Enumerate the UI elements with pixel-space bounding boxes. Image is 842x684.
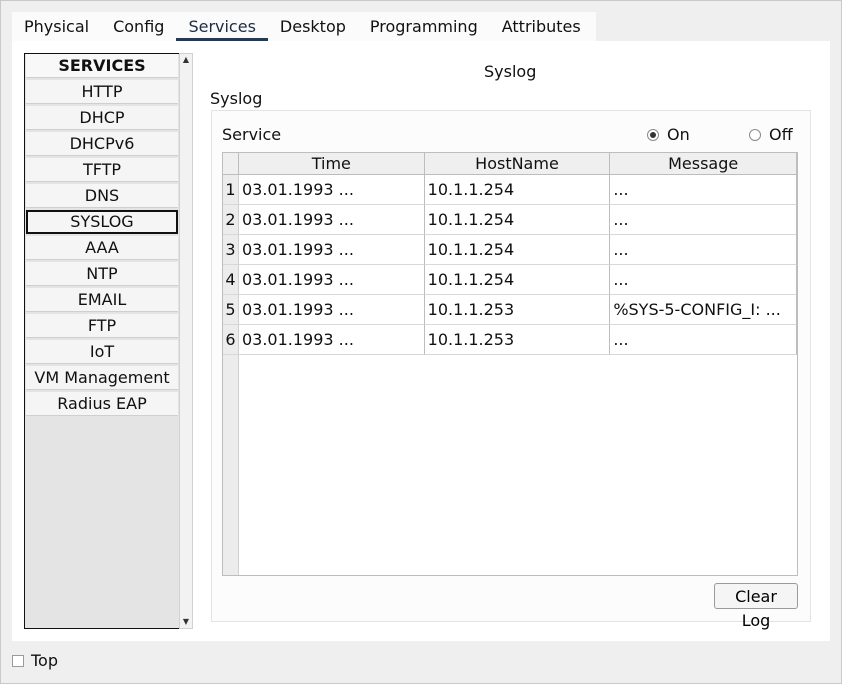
column-header-hostname[interactable]: HostName [425,153,611,174]
service-label: Service [222,125,282,144]
table-row[interactable]: 4 03.01.1993 ... 10.1.1.254 ... [223,265,797,295]
tab-physical[interactable]: Physical [12,12,101,41]
time-cell[interactable]: 03.01.1993 ... [238,235,425,265]
service-item-http[interactable]: HTTP [26,80,178,104]
top-checkbox[interactable]: Top [12,651,58,670]
table-row[interactable]: 1 03.01.1993 ... 10.1.1.254 ... [223,175,797,205]
table-header: Time HostName Message [223,153,797,175]
column-header-message[interactable]: Message [610,153,797,174]
table-row[interactable]: 5 03.01.1993 ... 10.1.1.253 %SYS-5-CONFI… [223,295,797,325]
service-off-label: Off [769,125,793,144]
tab-services[interactable]: Services [176,12,269,42]
row-number: 3 [223,235,239,265]
service-item-vm-management[interactable]: VM Management [26,366,178,390]
radio-unselected-icon [749,128,761,141]
syslog-table: Time HostName Message 1 03.01.1993 ... 1… [222,152,798,576]
service-off-radio[interactable]: Off [749,125,793,144]
service-item-dhcpv6[interactable]: DHCPv6 [26,132,178,156]
time-cell[interactable]: 03.01.1993 ... [238,205,425,235]
hostname-cell[interactable]: 10.1.1.254 [424,265,611,295]
row-number: 2 [223,205,239,235]
time-cell[interactable]: 03.01.1993 ... [238,265,425,295]
scroll-up-icon[interactable]: ▲ [180,54,192,66]
services-list-scrollbar[interactable]: ▲ ▼ [179,53,193,629]
checkbox-icon[interactable] [12,654,24,667]
tab-programming[interactable]: Programming [358,12,490,41]
clear-log-button[interactable]: Clear Log [714,583,798,630]
row-number: 5 [223,295,239,325]
service-item-tftp[interactable]: TFTP [26,158,178,182]
message-cell[interactable]: ... [610,265,797,295]
column-header-time[interactable]: Time [239,153,425,174]
hostname-cell[interactable]: 10.1.1.254 [424,175,611,205]
row-number: 4 [223,265,239,295]
service-item-ntp[interactable]: NTP [26,262,178,286]
service-item-aaa[interactable]: AAA [26,236,178,260]
hostname-cell[interactable]: 10.1.1.253 [424,325,611,355]
hostname-cell[interactable]: 10.1.1.253 [424,295,611,325]
time-cell[interactable]: 03.01.1993 ... [238,175,425,205]
row-number: 1 [223,175,239,205]
service-item-email[interactable]: EMAIL [26,288,178,312]
service-on-radio[interactable]: On [647,125,690,144]
table-row[interactable]: 3 03.01.1993 ... 10.1.1.254 ... [223,235,797,265]
services-list-header: SERVICES [26,54,178,78]
group-label: Syslog [210,89,263,108]
service-item-ftp[interactable]: FTP [26,314,178,338]
tab-config[interactable]: Config [101,12,176,41]
row-number: 6 [223,325,239,355]
hostname-cell[interactable]: 10.1.1.254 [424,235,611,265]
services-list: SERVICES HTTP DHCP DHCPv6 TFTP DNS SYSLO… [24,53,180,629]
service-item-syslog[interactable]: SYSLOG [26,210,178,234]
tab-attributes[interactable]: Attributes [490,12,593,41]
hostname-cell[interactable]: 10.1.1.254 [424,205,611,235]
table-row[interactable]: 2 03.01.1993 ... 10.1.1.254 ... [223,205,797,235]
page-title: Syslog [484,62,537,81]
table-row[interactable]: 6 03.01.1993 ... 10.1.1.253 ... [223,325,797,355]
tab-desktop[interactable]: Desktop [268,12,358,41]
service-item-iot[interactable]: IoT [26,340,178,364]
top-checkbox-label: Top [31,651,58,670]
corner-header [223,153,239,174]
radio-selected-icon [647,128,659,141]
message-cell[interactable]: ... [610,325,797,355]
tab-bar: Physical Config Services Desktop Program… [12,12,596,42]
time-cell[interactable]: 03.01.1993 ... [238,325,425,355]
service-item-dhcp[interactable]: DHCP [26,106,178,130]
syslog-groupbox: Service On Off Time HostName Message 1 0… [211,110,811,630]
services-panel: SERVICES HTTP DHCP DHCPv6 TFTP DNS SYSLO… [12,41,830,641]
service-item-dns[interactable]: DNS [26,184,178,208]
message-cell[interactable]: ... [610,175,797,205]
message-cell[interactable]: ... [610,235,797,265]
time-cell[interactable]: 03.01.1993 ... [238,295,425,325]
scroll-down-icon[interactable]: ▼ [180,616,192,628]
service-item-radius-eap[interactable]: Radius EAP [26,392,178,416]
message-cell[interactable]: %SYS-5-CONFIG_I: ... [610,295,797,325]
message-cell[interactable]: ... [610,205,797,235]
service-on-label: On [667,125,690,144]
